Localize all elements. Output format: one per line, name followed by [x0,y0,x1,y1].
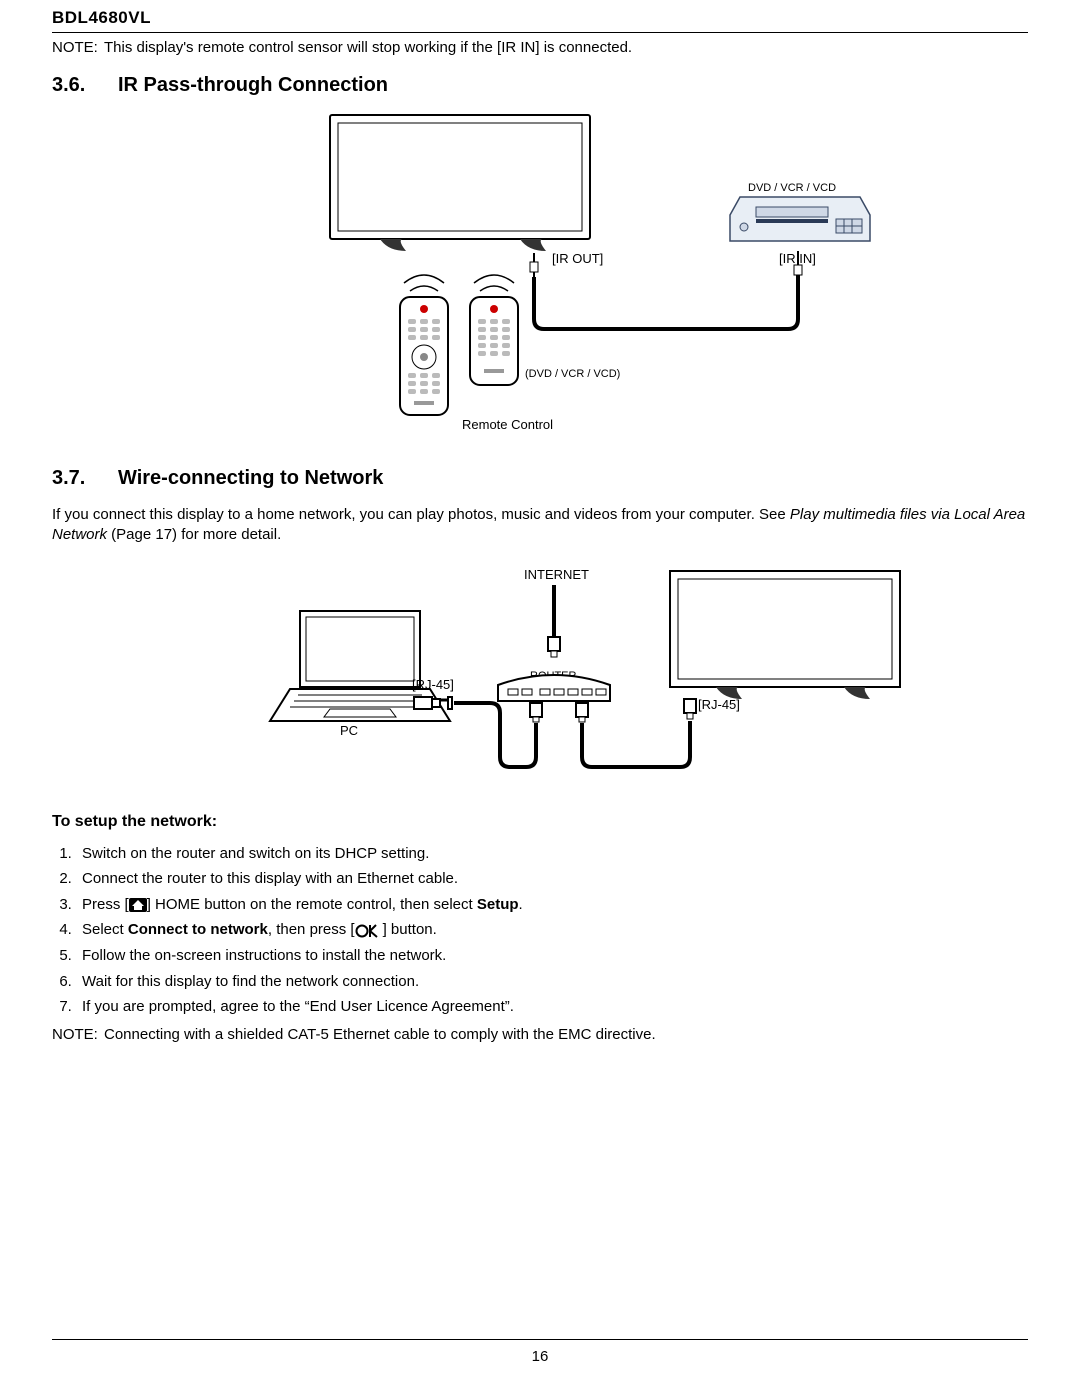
label-pc: PC [340,723,358,738]
label-rj45-right: [RJ-45] [698,697,740,712]
label-internet: INTERNET [524,567,589,582]
ok-icon [355,918,383,944]
step-6: Wait for this display to find the networ… [76,969,1028,995]
note-text: This display's remote control sensor wil… [104,39,632,56]
step-4: Select Connect to network, then press []… [76,917,1028,943]
setup-heading: To setup the network: [52,813,1028,831]
model-number: BDL4680VL [52,8,151,27]
step-1: Switch on the router and switch on its D… [76,841,1028,867]
section-3-6-heading: 3.6. IR Pass-through Connection [52,74,1028,97]
note-label: NOTE: [52,39,104,56]
diagram-ir-passthrough: [IR OUT] [IR IN] DVD / VCR / VCD [52,107,1028,447]
diagram-network: INTERNET ROUTER [52,561,1028,791]
label-dvd-remote: (DVD / VCR / VCD) [525,368,620,380]
label-remote-control: Remote Control [462,417,553,432]
label-dvd-top: DVD / VCR / VCD [748,182,836,194]
step-3: Press [] HOME button on the remote contr… [76,892,1028,918]
label-rj45-left: [RJ-45] [412,677,454,692]
note-text: Connecting with a shielded CAT-5 Etherne… [104,1026,656,1043]
home-icon [129,892,147,918]
step-5: Follow the on-screen instructions to ins… [76,943,1028,969]
note-label: NOTE: [52,1026,104,1043]
page-number: 16 [532,1348,549,1365]
intro-3-7: If you connect this display to a home ne… [52,505,1028,546]
section-3-7-heading: 3.7. Wire-connecting to Network [52,467,1028,490]
label-ir-in: [IR IN] [779,251,816,266]
page-footer: 16 [52,1339,1028,1365]
step-7: If you are prompted, agree to the “End U… [76,994,1028,1020]
note-ir-in: NOTE: This display's remote control sens… [52,39,1028,56]
step-2: Connect the router to this display with … [76,866,1028,892]
note-cat5: NOTE: Connecting with a shielded CAT-5 E… [52,1026,1028,1043]
label-ir-out: [IR OUT] [552,251,603,266]
setup-steps: Switch on the router and switch on its D… [76,841,1028,1020]
